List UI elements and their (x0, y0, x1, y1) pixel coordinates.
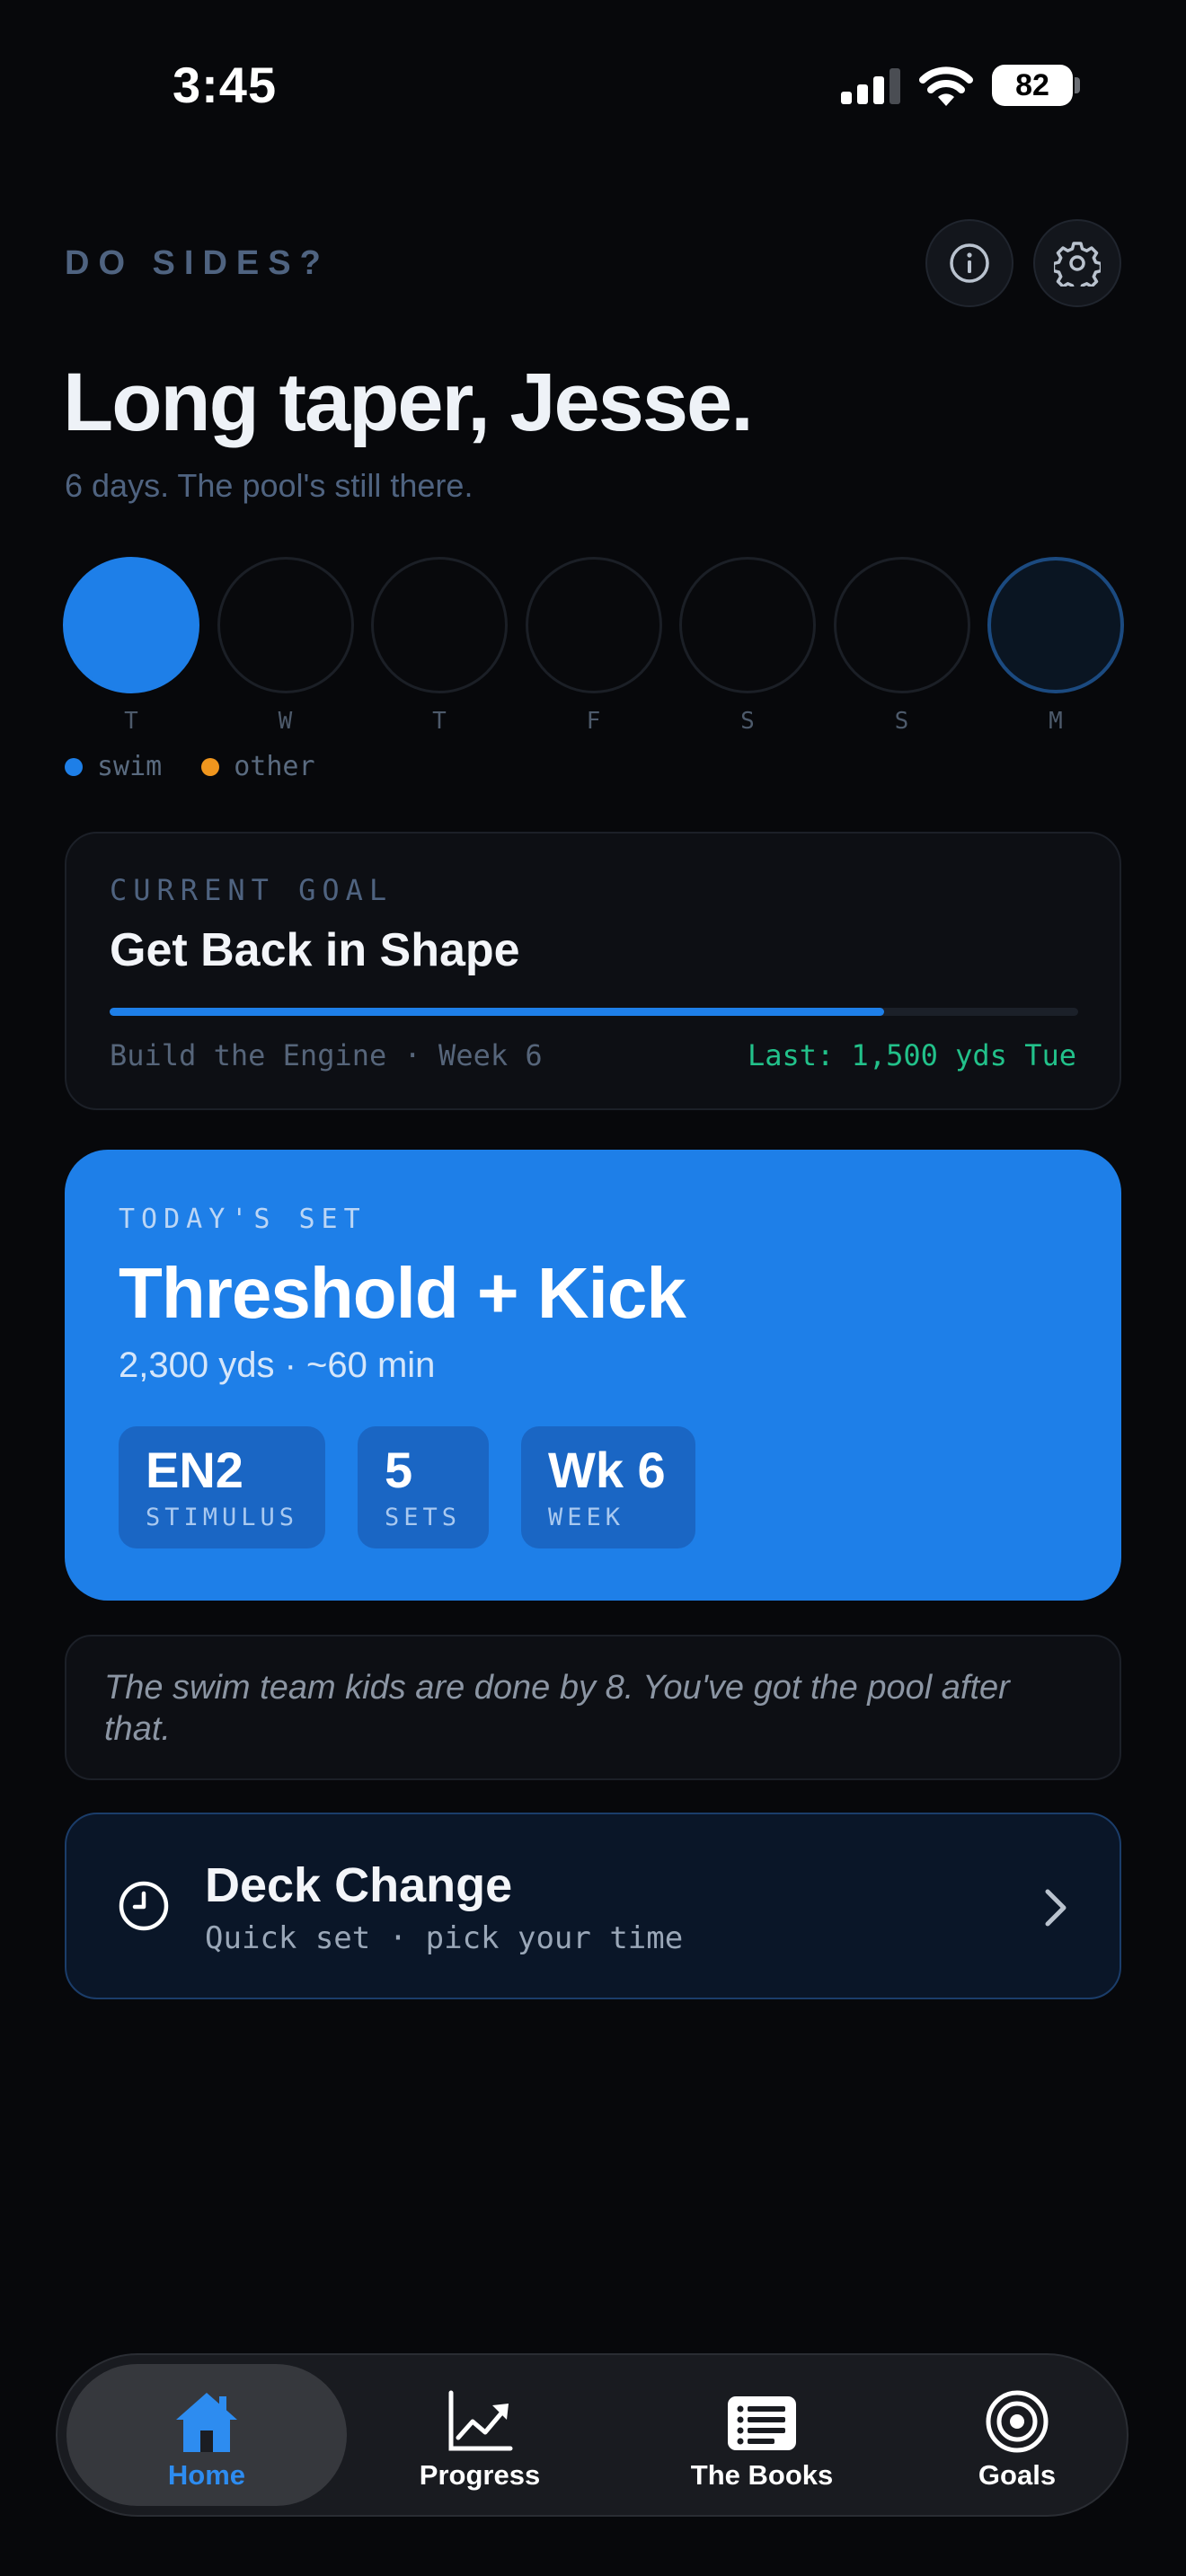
tab-the-books[interactable]: The Books (627, 2364, 897, 2506)
chevron-right-icon (1045, 1889, 1067, 1927)
day-circle-empty (217, 557, 354, 693)
legend-item-other: other (201, 751, 315, 782)
page-title: Long taper, Jesse. (63, 357, 754, 448)
deck-change-title: Deck Change (205, 1858, 513, 1912)
week-day[interactable]: S (833, 557, 970, 735)
goal-label: CURRENT GOAL (110, 873, 394, 907)
chip-value: 5 (385, 1442, 413, 1498)
tab-label: The Books (690, 2459, 834, 2491)
day-circle-today (987, 557, 1124, 693)
week-day[interactable]: F (525, 557, 662, 735)
week-chip: Wk 6 WEEK (521, 1426, 695, 1548)
tab-goals[interactable]: Goals (922, 2364, 1112, 2506)
goal-progress-bar (110, 1008, 1078, 1016)
chip-value: EN2 (146, 1442, 243, 1498)
legend-label: swim (97, 751, 163, 782)
deck-change-subtitle: Quick set · pick your time (205, 1920, 684, 1956)
settings-button[interactable] (1033, 219, 1121, 307)
week-day[interactable]: W (217, 557, 354, 735)
battery-icon: 82 (992, 65, 1073, 106)
week-day[interactable]: S (679, 557, 816, 735)
chip-label: STIMULUS (146, 1504, 299, 1531)
week-day[interactable]: M (987, 557, 1124, 735)
goal-last-swim: Last: 1,500 yds Tue (747, 1038, 1076, 1072)
battery-cap (1075, 77, 1080, 93)
coach-note-card: The swim team kids are done by 8. You've… (65, 1635, 1121, 1780)
current-goal-card[interactable]: CURRENT GOAL Get Back in Shape Build the… (65, 832, 1121, 1110)
goal-phase: Build the Engine · Week 6 (110, 1038, 543, 1072)
goal-progress-fill (110, 1008, 885, 1016)
sets-chip: 5 SETS (358, 1426, 489, 1548)
set-title: Threshold + Kick (119, 1253, 686, 1333)
list-icon (728, 2396, 796, 2450)
legend-label: other (234, 751, 315, 782)
week-day[interactable]: T (371, 557, 508, 735)
set-meta: 2,300 yds · ~60 min (119, 1345, 436, 1385)
day-letter: F (586, 708, 601, 735)
legend-dot-swim (65, 757, 83, 776)
chip-label: SETS (385, 1504, 462, 1531)
clock-icon (119, 1881, 169, 1931)
day-circle-empty (525, 557, 662, 693)
day-circle-swim (63, 557, 199, 693)
day-letter: M (1049, 708, 1063, 735)
home-icon (176, 2393, 237, 2452)
stimulus-chip: EN2 STIMULUS (119, 1426, 325, 1548)
legend-dot-other (201, 757, 220, 776)
info-icon (950, 243, 989, 283)
day-letter: W (278, 708, 293, 735)
tab-home[interactable]: Home (66, 2364, 347, 2506)
day-letter: S (740, 708, 755, 735)
page-subtitle: 6 days. The pool's still there. (65, 467, 474, 504)
goal-title: Get Back in Shape (110, 924, 520, 976)
legend: swim other (65, 751, 355, 782)
set-label: TODAY'S SET (119, 1204, 367, 1235)
deck-change-button[interactable]: Deck Change Quick set · pick your time (65, 1813, 1121, 1999)
status-time: 3:45 (173, 57, 278, 113)
day-letter: S (894, 708, 909, 735)
tab-label: Home (167, 2459, 246, 2491)
coach-note-text: The swim team kids are done by 8. You've… (104, 1669, 1010, 1748)
day-circle-empty (371, 557, 508, 693)
app-title: DO SIDES? (65, 244, 330, 282)
day-letter: T (432, 708, 447, 735)
chip-value: Wk 6 (548, 1442, 666, 1498)
tab-label: Progress (419, 2459, 541, 2491)
chart-icon (448, 2390, 513, 2451)
wifi-icon (919, 66, 973, 106)
day-circle-empty (833, 557, 970, 693)
legend-item-swim: swim (65, 751, 162, 782)
tab-label: Goals (978, 2459, 1057, 2491)
tab-progress[interactable]: Progress (376, 2364, 584, 2506)
tab-bar: Home Progress The Books Goals (56, 2353, 1128, 2517)
status-bar: 3:45 82 (0, 0, 1186, 171)
info-button[interactable] (925, 219, 1013, 307)
chip-label: WEEK (548, 1504, 625, 1531)
battery-level: 82 (1015, 68, 1049, 102)
target-icon (986, 2390, 1049, 2453)
cellular-signal-icon (841, 68, 900, 104)
day-letter: T (124, 708, 138, 735)
week-day[interactable]: T (63, 557, 199, 735)
gear-icon (1054, 242, 1101, 287)
day-circle-empty (679, 557, 816, 693)
todays-set-card[interactable]: TODAY'S SET Threshold + Kick 2,300 yds ·… (65, 1150, 1121, 1601)
